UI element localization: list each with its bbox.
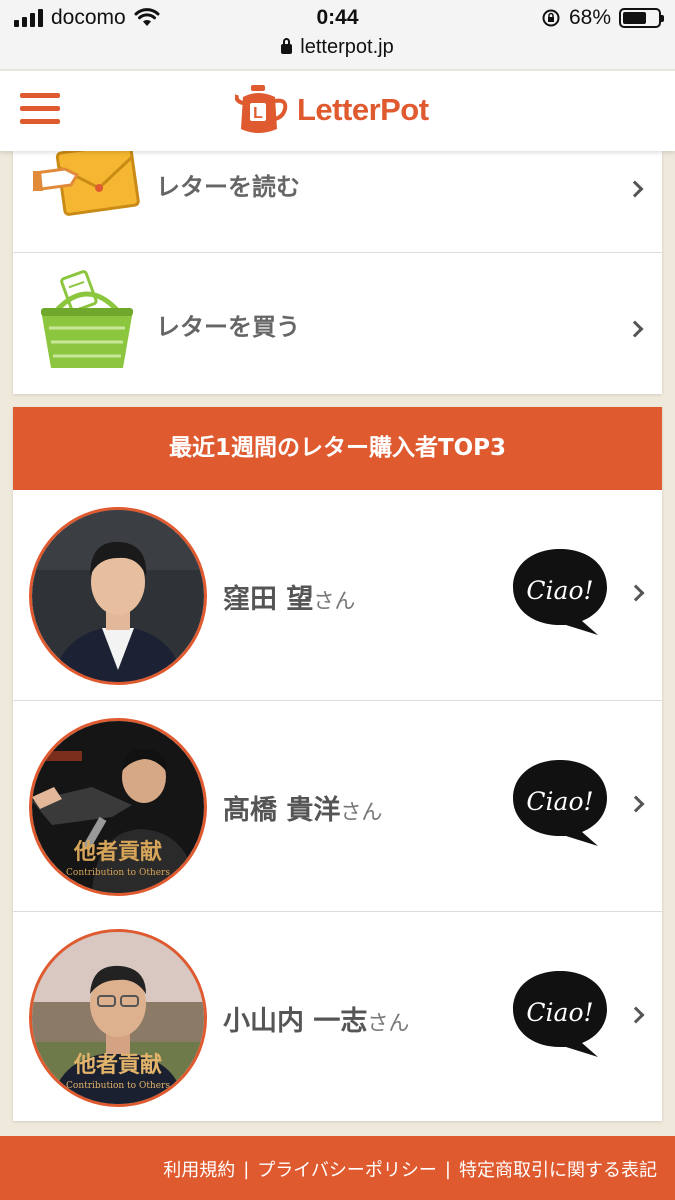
basket-icon bbox=[41, 270, 133, 368]
buyer-suffix: さん bbox=[340, 800, 383, 824]
menu-card: レターを読む レターを買う bbox=[13, 151, 662, 394]
battery-percent: 68% bbox=[568, 6, 611, 29]
hamburger-menu-icon[interactable] bbox=[20, 93, 60, 125]
buyer-name: 窪田 望さん bbox=[223, 577, 355, 616]
ciao-text: Ciao! bbox=[526, 998, 593, 1027]
ciao-badge[interactable]: Ciao! bbox=[510, 969, 610, 1059]
buyer-suffix: さん bbox=[313, 589, 356, 613]
ciao-text: Ciao! bbox=[526, 787, 593, 816]
envelope-hand-icon bbox=[32, 151, 140, 216]
battery-icon bbox=[619, 8, 664, 28]
avatar-subcaption: Contribution to Others bbox=[66, 868, 170, 878]
footer-separator: | bbox=[243, 1158, 250, 1180]
menu-item-label: レターを買う bbox=[156, 313, 300, 341]
svg-text:L: L bbox=[253, 105, 263, 122]
buyer-name-text: 髙橋 貴洋 bbox=[223, 795, 341, 826]
buyer-name: 小山内 一志さん bbox=[223, 999, 409, 1038]
avatar-subcaption: Contribution to Others bbox=[66, 1081, 170, 1091]
ciao-text: Ciao! bbox=[526, 576, 593, 605]
menu-item-label: レターを読む bbox=[156, 173, 300, 201]
logo-text: LetterPot bbox=[297, 92, 429, 127]
avatar: 他者貢献 Contribution to Others bbox=[29, 929, 207, 1107]
url-text: letterpot.jp bbox=[300, 36, 394, 58]
rotation-lock-icon bbox=[542, 9, 560, 27]
footer-links: 利用規約 | プライバシーポリシー | 特定商取引に関する表記 bbox=[163, 1156, 657, 1182]
top3-card: 最近1週間のレター購入者TOP3 窪田 望さん Ciao! 他者貢献 Contr… bbox=[13, 407, 662, 1121]
address-bar[interactable]: letterpot.jp bbox=[0, 36, 675, 59]
chevron-right-icon bbox=[627, 1006, 645, 1024]
avatar-photo: 他者貢献 Contribution to Others bbox=[32, 721, 204, 893]
menu-item-buy-letters[interactable]: レターを買う bbox=[13, 254, 662, 394]
buyer-name-text: 小山内 一志 bbox=[223, 1006, 368, 1037]
letterpot-logo[interactable]: L LetterPot bbox=[235, 83, 429, 137]
menu-item-read-letters[interactable]: レターを読む bbox=[13, 151, 662, 253]
avatar bbox=[29, 507, 207, 685]
chevron-right-icon bbox=[626, 180, 644, 198]
avatar: 他者貢献 Contribution to Others bbox=[29, 718, 207, 896]
app-header: L LetterPot bbox=[0, 71, 675, 151]
chevron-right-icon bbox=[627, 795, 645, 813]
buyer-name: 髙橋 貴洋さん bbox=[223, 788, 382, 827]
avatar-photo bbox=[32, 510, 204, 682]
footer-link-commerce-law[interactable]: 特定商取引に関する表記 bbox=[459, 1156, 657, 1182]
chevron-right-icon bbox=[627, 584, 645, 602]
pot-logo-icon: L bbox=[235, 85, 288, 133]
status-right: 68% bbox=[541, 6, 664, 30]
footer-separator: | bbox=[444, 1158, 451, 1180]
buyer-row[interactable]: 他者貢献 Contribution to Others 小山内 一志さん Cia… bbox=[13, 913, 662, 1123]
chevron-right-icon bbox=[626, 320, 644, 338]
ios-status-bar: docomo 0:44 letterpot.jp 68% bbox=[0, 0, 675, 70]
buyer-row[interactable]: 窪田 望さん Ciao! bbox=[13, 491, 662, 701]
footer: 利用規約 | プライバシーポリシー | 特定商取引に関する表記 bbox=[0, 1136, 675, 1200]
buyer-name-text: 窪田 望 bbox=[223, 584, 314, 615]
ciao-badge[interactable]: Ciao! bbox=[510, 758, 610, 848]
buyer-suffix: さん bbox=[367, 1011, 410, 1035]
footer-link-privacy[interactable]: プライバシーポリシー bbox=[257, 1156, 437, 1182]
avatar-photo: 他者貢献 Contribution to Others bbox=[32, 932, 204, 1104]
buyer-row[interactable]: 他者貢献 Contribution to Others 髙橋 貴洋さん Ciao… bbox=[13, 702, 662, 912]
footer-link-terms[interactable]: 利用規約 bbox=[163, 1156, 235, 1182]
lock-icon bbox=[281, 38, 293, 54]
ciao-badge[interactable]: Ciao! bbox=[510, 547, 610, 637]
avatar-caption: 他者貢献 bbox=[73, 839, 162, 865]
avatar-caption: 他者貢献 bbox=[73, 1052, 162, 1078]
top3-title: 最近1週間のレター購入者TOP3 bbox=[13, 407, 662, 490]
